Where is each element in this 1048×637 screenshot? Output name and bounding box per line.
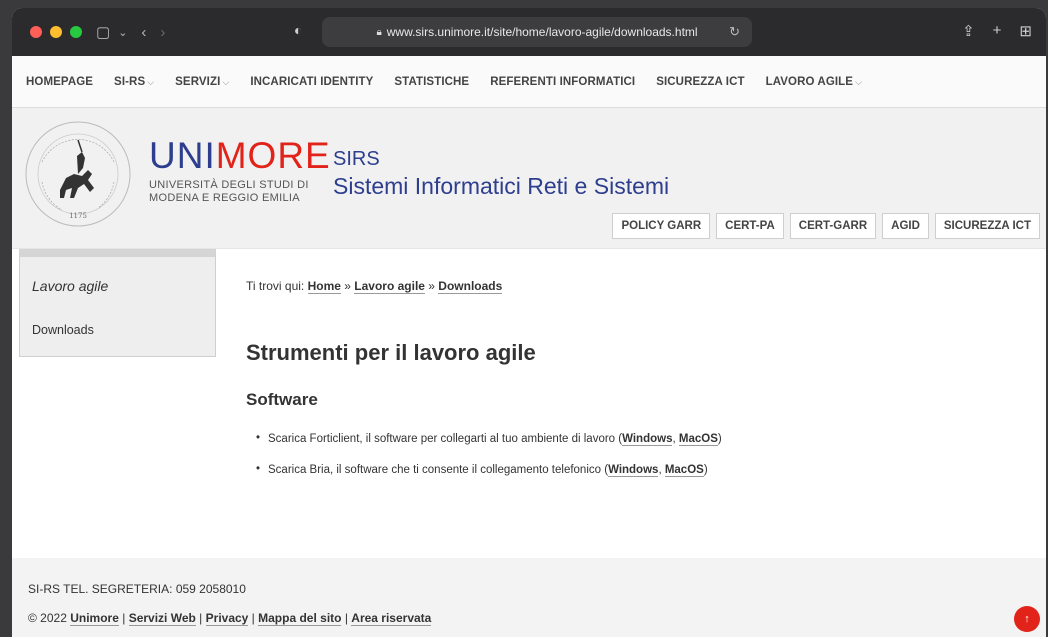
header-button-cert-garr[interactable]: CERT-GARR [789,213,877,239]
address-bar[interactable]: 🔒︎ www.sirs.unimore.it/site/home/lavoro-… [322,17,752,47]
browser-toolbar: ▢ ⌄ ‹ › ◐ 🔒︎ www.sirs.unimore.it/site/ho… [12,8,1046,56]
footer-link-unimore[interactable]: Unimore [70,611,119,626]
bria-windows-link[interactable]: Windows [608,464,659,477]
breadcrumb-separator: » [424,279,439,293]
sidebar-title: Lavoro agile [32,278,109,294]
site-navigation: HOMEPAGE SI-RS ⌵ SERVIZI ⌵ INCARICATI IDENTIT… [12,56,1046,108]
nav-item-incaricati-identity[interactable]: INCARICATI IDENTITY [250,76,373,88]
back-to-top-button[interactable]: ↑ [1014,606,1040,632]
list-item: Scarica Bria, il software che ti consent… [256,463,722,495]
sirs-title: SIRS [333,148,380,170]
nav-item-label: SI-RS [114,75,146,88]
brand-subtitle: UNIVERSITÀ DEGLI STUDI DI MODENA E REGGI… [149,179,331,205]
toolbar-right: ⇪ + ⊞ [962,22,1032,40]
tab-overview-icon[interactable]: ⊞ [1019,22,1032,40]
site-footer: SI-RS TEL. SEGRETERIA: 059 2058010 © 202… [12,558,1046,637]
brand-subtitle-line-1: UNIVERSITÀ DEGLI STUDI DI [149,179,309,191]
minimize-window-button[interactable] [50,26,62,38]
new-tab-icon[interactable]: + [993,22,1002,40]
header-button-agid[interactable]: AGID [882,213,929,239]
brand-more: MORE [215,135,331,176]
forticlient-windows-link[interactable]: Windows [622,433,673,446]
nav-item-lavoro-agile[interactable]: LAVORO AGILE ⌵ [766,76,862,88]
main-content-area: Lavoro agile Downloads Ti trovi qui: Hom… [12,248,1046,558]
nav-item-statistiche[interactable]: STATISTICHE [394,76,469,88]
section-title: Software [246,390,318,409]
site-header: 1175 UNIMORE UNIVERSITÀ DEGLI STUDI DI M… [12,108,1046,248]
list-item: Scarica Forticlient, il software per col… [256,432,722,464]
chevron-down-icon[interactable]: ⌄ [118,26,127,39]
page-title: Strumenti per il lavoro agile [246,340,536,365]
brand-uni: UNI [149,135,216,176]
header-button-sicurezza-ict[interactable]: SICUREZZA ICT [934,213,1040,239]
nav-item-si-rs[interactable]: SI-RS ⌵ [114,76,154,88]
nav-item-sicurezza-ict[interactable]: SICUREZZA ICT [656,76,744,88]
url-text: www.sirs.unimore.it/site/home/lavoro-agi… [386,25,698,39]
brand-name: UNIMORE [149,137,331,174]
nav-item-label: STATISTICHE [394,75,470,88]
header-button-policy-garr[interactable]: POLICY GARR [612,213,711,239]
footer-copyright: © 2022 [28,611,71,625]
header-button-cert-pa[interactable]: CERT-PA [716,213,784,239]
nav-item-label: LAVORO AGILE [765,75,854,88]
sidebar-item-downloads[interactable]: Downloads [32,323,94,337]
nav-item-label: SERVIZI [175,75,221,88]
header-quick-links: POLICY GARR CERT-PA CERT-GARR AGID SICUREZZA… [612,213,1040,239]
footer-link-servizi-web[interactable]: Servizi Web [128,611,196,626]
footer-link-area-riservata[interactable]: Area riservata [351,611,432,626]
breadcrumb-prefix: Ti trovi qui: [246,279,308,293]
reload-icon[interactable]: ↻ [729,24,740,40]
unimore-brand[interactable]: UNIMORE UNIVERSITÀ DEGLI STUDI DI MODENA… [149,137,331,205]
brand-subtitle-line-2: MODENA E REGGIO EMILIA [149,192,300,204]
bria-macos-link[interactable]: MacOS [664,464,704,477]
list-item-text: Scarica Bria, il software che ti consent… [268,464,609,476]
forticlient-macos-link[interactable]: MacOS [678,433,718,446]
footer-phone: SI-RS TEL. SEGRETERIA: 059 2058010 [28,582,246,596]
download-list: Scarica Forticlient, il software per col… [256,432,722,495]
nav-item-label: REFERENTI INFORMATICI [490,75,636,88]
sidebar: Lavoro agile Downloads [19,249,216,357]
back-icon[interactable]: ‹ [141,24,146,41]
chevron-down-icon: ⌵ [855,76,862,87]
chevron-down-icon: ⌵ [222,76,230,87]
browser-window: ▢ ⌄ ‹ › ◐ 🔒︎ www.sirs.unimore.it/site/ho… [12,8,1046,637]
nav-item-homepage[interactable]: HOMEPAGE [26,76,93,88]
nav-item-label: SICUREZZA ICT [656,75,745,88]
university-seal-logo[interactable]: 1175 [22,118,134,230]
nav-item-servizi[interactable]: SERVIZI ⌵ [175,76,229,88]
forward-icon[interactable]: › [160,24,165,41]
nav-item-label: INCARICATI IDENTITY [250,75,374,88]
nav-item-label: HOMEPAGE [26,75,94,88]
list-item-text: Scarica Forticlient, il software per col… [268,433,623,445]
share-icon[interactable]: ⇪ [962,22,975,40]
window-controls [30,26,82,38]
footer-links: © 2022 Unimore | Servizi Web | Privacy |… [28,611,432,626]
breadcrumb-home-link[interactable]: Home [307,279,341,294]
nav-item-referenti-informatici[interactable]: REFERENTI INFORMATICI [490,76,635,88]
footer-link-mappa-del-sito[interactable]: Mappa del sito [258,611,342,626]
privacy-shield-icon[interactable]: ◐ [294,22,302,38]
close-window-button[interactable] [30,26,42,38]
breadcrumb: Ti trovi qui: Home » Lavoro agile » Down… [246,279,503,294]
lock-icon: 🔒︎ [376,26,382,38]
breadcrumb-downloads-link[interactable]: Downloads [438,279,503,294]
footer-link-privacy[interactable]: Privacy [205,611,249,626]
chevron-down-icon: ⌵ [147,76,155,87]
maximize-window-button[interactable] [70,26,82,38]
breadcrumb-separator: » [340,279,355,293]
sidebar-toggle-icon[interactable]: ▢ [96,23,110,41]
sirs-full-title: Sistemi Informatici Reti e Sistemi [333,173,670,199]
breadcrumb-lavoro-agile-link[interactable]: Lavoro agile [354,279,425,294]
seal-year: 1175 [69,212,87,220]
